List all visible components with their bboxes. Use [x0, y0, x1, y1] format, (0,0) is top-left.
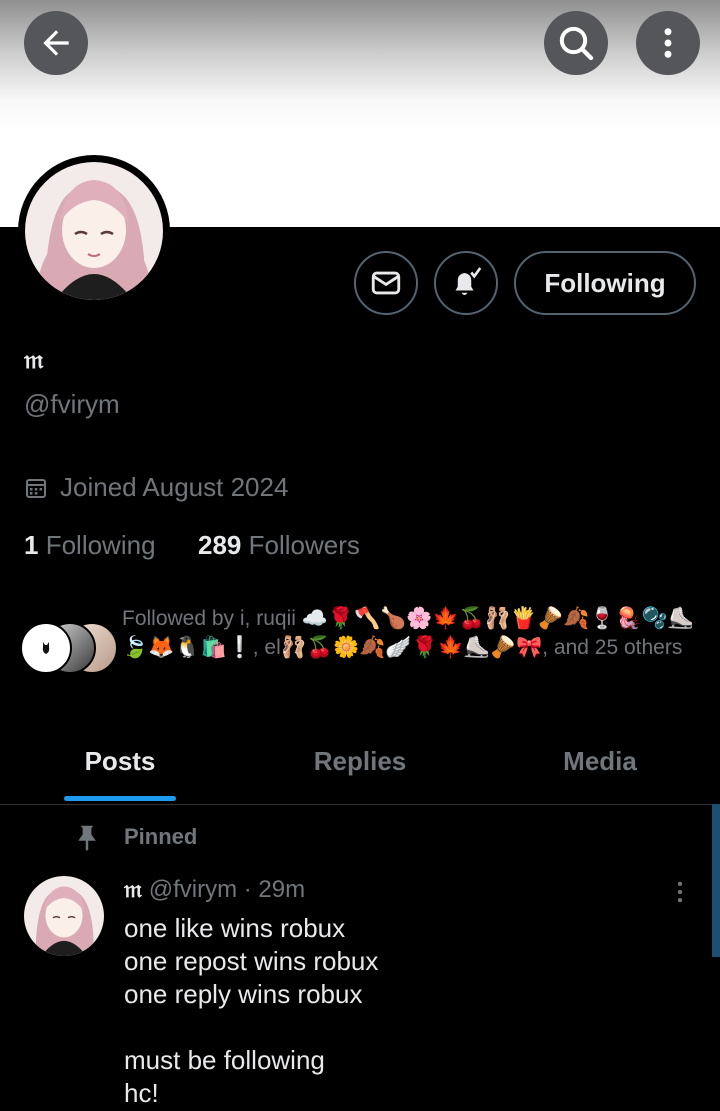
post-line: one reply wins robux: [124, 979, 363, 1009]
pin-icon: [78, 825, 96, 851]
message-button[interactable]: [354, 251, 418, 315]
post-line: [124, 1011, 378, 1044]
scrollbar[interactable]: [712, 804, 720, 957]
back-button[interactable]: [24, 11, 88, 75]
post-header: 𝔪 @fvirym · 29m: [124, 874, 305, 904]
more-vertical-icon: [677, 881, 683, 903]
following-button[interactable]: Following: [514, 251, 696, 315]
arrow-left-icon: [43, 30, 69, 56]
username: @fvirym: [24, 389, 120, 419]
following-button-label: Following: [544, 267, 666, 298]
display-name: 𝔪: [24, 345, 44, 375]
followers-count: 289: [198, 530, 242, 560]
post-time[interactable]: · 29m: [244, 876, 305, 903]
joined-text: Joined August 2024: [60, 472, 289, 502]
post-line: one repost wins robux: [124, 946, 379, 976]
follow-stats: 1 Following 289 Followers: [24, 530, 360, 561]
more-vertical-icon: [664, 28, 672, 58]
followers-link[interactable]: 289 Followers: [198, 530, 360, 560]
calendar-icon: [26, 478, 46, 498]
post-more-button[interactable]: [664, 876, 696, 908]
following-count: 1: [24, 530, 39, 560]
bell-check-icon: [455, 267, 482, 295]
avatar-image: [25, 162, 163, 300]
followed-by-text[interactable]: Followed by i, ruqii ☁️🌹🪓🍗🌸🍁🍒🩰🍟🪘🍂🍷🪼🫧⛸️🍃🦊…: [122, 604, 707, 662]
search-button[interactable]: [544, 11, 608, 75]
notifications-button[interactable]: [434, 251, 498, 315]
post-author-avatar[interactable]: [24, 876, 104, 956]
tab-media[interactable]: Media: [480, 718, 720, 804]
post-line: hc!: [124, 1078, 159, 1108]
post-author-name[interactable]: 𝔪: [124, 874, 142, 903]
profile-avatar[interactable]: [18, 155, 170, 307]
joined-date: Joined August 2024: [24, 472, 288, 503]
post-author-handle[interactable]: @fvirym: [149, 876, 237, 903]
more-options-button[interactable]: [636, 11, 700, 75]
followers-label: Followers: [248, 530, 360, 560]
profile-tabs: Posts Replies Media: [0, 718, 720, 805]
pinned-text: Pinned: [124, 824, 198, 849]
follower-avatar: [20, 622, 72, 674]
post-line: one like wins robux: [124, 913, 346, 943]
pinned-label: Pinned: [72, 822, 197, 852]
tab-posts[interactable]: Posts: [0, 718, 240, 804]
active-tab-indicator: [64, 796, 176, 801]
post-line: must be following: [124, 1045, 325, 1075]
search-icon: [559, 26, 594, 61]
post-text: one like wins robux one repost wins robu…: [124, 912, 378, 1110]
tab-replies[interactable]: Replies: [240, 718, 480, 804]
following-link[interactable]: 1 Following: [24, 530, 156, 560]
following-label: Following: [45, 530, 156, 560]
mail-icon: [371, 271, 401, 295]
followers-you-know-avatars[interactable]: [20, 622, 118, 674]
